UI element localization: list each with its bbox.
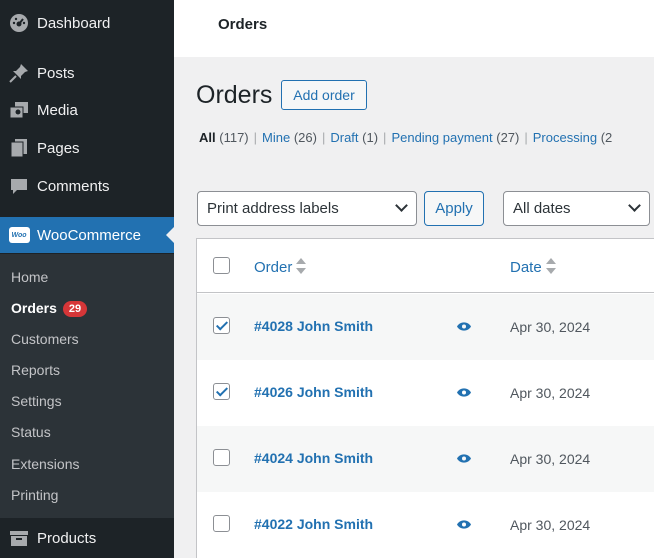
- dashboard-icon: [8, 12, 30, 34]
- table-header: Order Date: [197, 239, 654, 293]
- filter-label: Pending payment: [391, 130, 493, 145]
- filter-label: All: [199, 130, 216, 145]
- preview-eye-icon[interactable]: [457, 322, 471, 331]
- menu-label: Comments: [37, 177, 110, 195]
- woo-logo-text: Woo: [8, 227, 30, 243]
- menu-label: WooCommerce: [37, 226, 141, 244]
- submenu-orders[interactable]: Orders 29: [11, 300, 88, 317]
- filter-all[interactable]: All (117): [199, 130, 249, 145]
- menu-pages[interactable]: Pages: [0, 130, 174, 166]
- date-filter-value: All dates: [513, 200, 571, 217]
- comment-icon: [8, 175, 30, 197]
- menu-media[interactable]: Media: [0, 92, 174, 128]
- sort-icon: [545, 258, 556, 275]
- filter-count: (117): [219, 130, 249, 145]
- orders-count-badge: 29: [62, 301, 88, 317]
- filter-label: Draft: [330, 130, 359, 145]
- date-filter-select[interactable]: All dates: [503, 191, 650, 226]
- submenu-home[interactable]: Home: [11, 269, 48, 285]
- menu-label: Products: [37, 529, 97, 547]
- pages-icon: [8, 137, 30, 159]
- page-title: Orders: [196, 81, 273, 109]
- sort-icon: [296, 258, 307, 275]
- menu-products[interactable]: Products: [0, 520, 174, 556]
- filter-processing[interactable]: Processing (2: [533, 130, 613, 145]
- filter-mine[interactable]: Mine (26): [262, 130, 317, 145]
- separator: |: [383, 130, 387, 145]
- filter-draft[interactable]: Draft (1): [330, 130, 378, 145]
- orders-table: Order Date #4028 John Smith Apr 30, 2024…: [196, 238, 654, 558]
- table-row: #4022 John Smith Apr 30, 2024: [197, 492, 654, 558]
- menu-woocommerce[interactable]: Woo WooCommerce: [0, 217, 174, 253]
- filter-count: (26): [293, 130, 317, 145]
- pin-icon: [8, 62, 30, 84]
- separator: |: [253, 130, 258, 145]
- preview-eye-icon[interactable]: [457, 454, 471, 463]
- bulk-action-select[interactable]: Print address labels: [197, 191, 417, 226]
- filter-pending-payment[interactable]: Pending payment (27): [391, 130, 519, 145]
- filter-count: (1): [362, 130, 379, 145]
- order-date: Apr 30, 2024: [510, 319, 591, 335]
- filter-label: Processing: [532, 130, 598, 145]
- menu-comments[interactable]: Comments: [0, 168, 174, 204]
- chevron-down-icon: [395, 199, 408, 212]
- row-checkbox[interactable]: [213, 317, 230, 334]
- table-row: #4028 John Smith Apr 30, 2024: [197, 294, 654, 360]
- order-date: Apr 30, 2024: [510, 385, 591, 401]
- select-all-checkbox[interactable]: [213, 257, 230, 274]
- submenu-customers[interactable]: Customers: [11, 331, 79, 347]
- menu-label: Dashboard: [37, 14, 111, 32]
- filter-count: (2: [600, 130, 613, 145]
- order-date: Apr 30, 2024: [510, 517, 591, 533]
- chevron-down-icon: [628, 199, 641, 212]
- order-link[interactable]: #4024 John Smith: [254, 450, 373, 466]
- woocommerce-icon: Woo: [8, 224, 30, 246]
- submenu-extensions[interactable]: Extensions: [11, 456, 79, 472]
- submenu-orders-label: Orders: [11, 300, 57, 316]
- submenu-settings[interactable]: Settings: [11, 393, 62, 409]
- status-filters: All (117) | Mine (26) | Draft (1) | Pending pa…: [199, 130, 612, 145]
- filter-label: Mine: [262, 130, 291, 145]
- order-link[interactable]: #4022 John Smith: [254, 516, 373, 532]
- preview-eye-icon[interactable]: [457, 520, 471, 529]
- order-date: Apr 30, 2024: [510, 451, 591, 467]
- menu-posts[interactable]: Posts: [0, 55, 174, 91]
- bulk-action-value: Print address labels: [207, 200, 339, 217]
- column-date-label: Date: [510, 259, 542, 276]
- submenu-printing[interactable]: Printing: [11, 487, 58, 503]
- filter-count: (27): [496, 130, 520, 145]
- admin-sidebar: Dashboard Posts Media Pages Comments Woo…: [0, 0, 174, 558]
- products-icon: [8, 527, 30, 549]
- column-order-label: Order: [254, 259, 293, 276]
- table-row: #4024 John Smith Apr 30, 2024: [197, 426, 654, 492]
- order-link[interactable]: #4026 John Smith: [254, 384, 373, 400]
- media-icon: [8, 99, 30, 121]
- column-date[interactable]: Date: [510, 258, 556, 276]
- submenu-status[interactable]: Status: [11, 424, 51, 440]
- menu-label: Media: [37, 101, 78, 119]
- menu-label: Pages: [37, 139, 80, 157]
- row-checkbox[interactable]: [213, 449, 230, 466]
- row-checkbox[interactable]: [213, 383, 230, 400]
- table-row: #4026 John Smith Apr 30, 2024: [197, 360, 654, 426]
- apply-button[interactable]: Apply: [424, 191, 484, 226]
- submenu-reports[interactable]: Reports: [11, 362, 60, 378]
- row-checkbox[interactable]: [213, 515, 230, 532]
- add-order-button[interactable]: Add order: [281, 80, 367, 110]
- menu-dashboard[interactable]: Dashboard: [0, 5, 174, 41]
- header-title: Orders: [218, 16, 268, 33]
- top-header: Orders: [174, 0, 654, 57]
- column-order[interactable]: Order: [254, 258, 307, 276]
- separator: |: [321, 130, 326, 145]
- order-link[interactable]: #4028 John Smith: [254, 318, 373, 334]
- separator: |: [524, 130, 528, 145]
- preview-eye-icon[interactable]: [457, 388, 471, 397]
- menu-label: Posts: [37, 64, 75, 82]
- woocommerce-submenu: Home Orders 29 Customers Reports Settings…: [0, 254, 174, 518]
